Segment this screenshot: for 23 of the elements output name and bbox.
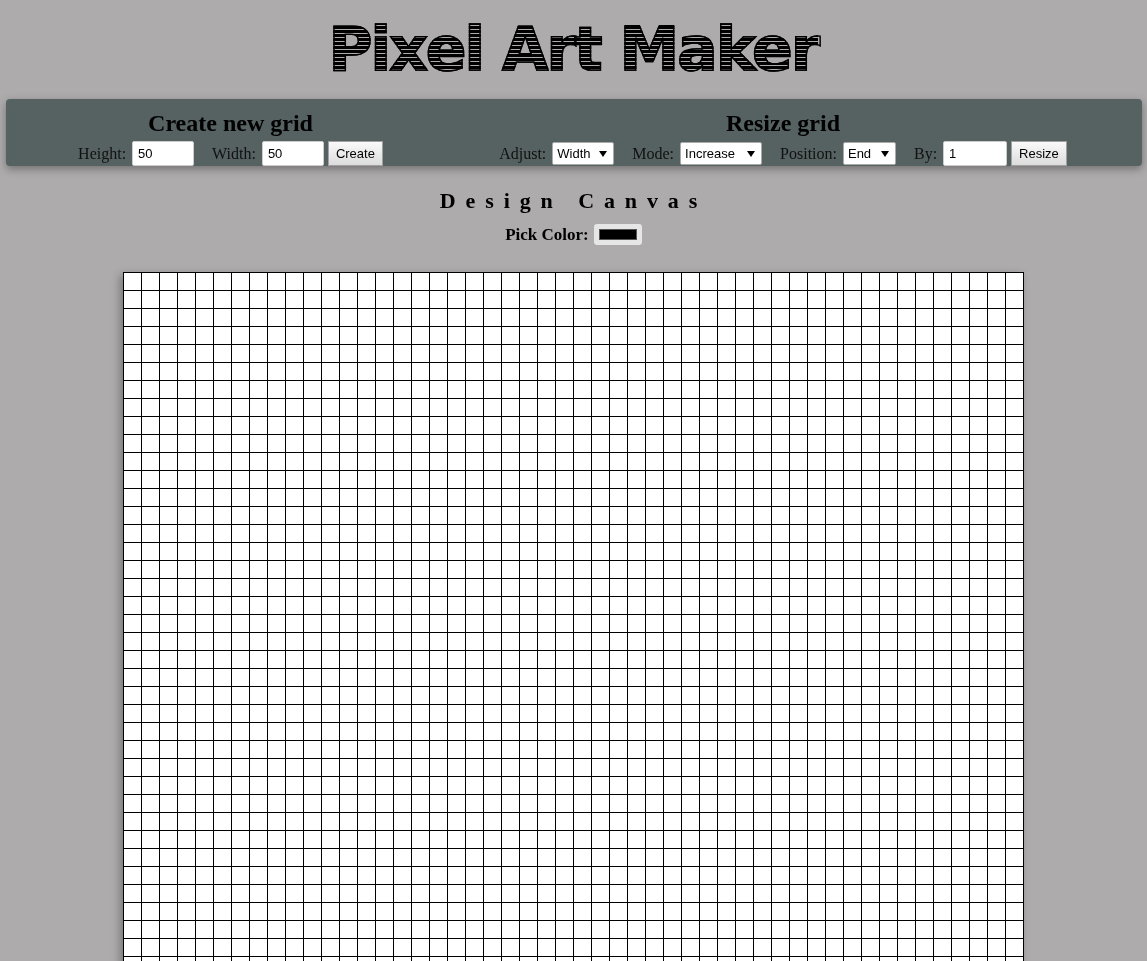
section-heading: Create new grid <box>148 110 313 137</box>
canvas-heading: Design Canvas <box>439 187 708 214</box>
height-input[interactable]: 50 <box>132 141 195 166</box>
dropdown[interactable]: Width <box>552 142 615 165</box>
field-label: Adjust: <box>499 144 547 163</box>
field-label: Height: <box>78 144 127 163</box>
field-label: Width: <box>212 144 256 163</box>
dropdown[interactable]: End <box>842 142 896 165</box>
by-input[interactable]: 1 <box>943 141 1008 166</box>
color-label: Pick Color: <box>505 224 589 245</box>
caret-icon <box>599 150 608 157</box>
section-heading: Resize grid <box>726 110 840 137</box>
pixel-grid[interactable] <box>123 272 1024 961</box>
caret-icon <box>880 150 889 157</box>
field-label: By: <box>913 144 938 163</box>
field-label: Position: <box>780 144 837 163</box>
create-button[interactable]: Create <box>327 141 383 166</box>
width-input[interactable]: 50 <box>261 141 324 166</box>
field-label: Mode: <box>632 144 675 163</box>
resize-button[interactable]: Resize <box>1011 141 1067 166</box>
dropdown[interactable]: Increase <box>680 142 763 165</box>
color-picker[interactable] <box>593 224 642 245</box>
caret-icon <box>747 150 756 157</box>
